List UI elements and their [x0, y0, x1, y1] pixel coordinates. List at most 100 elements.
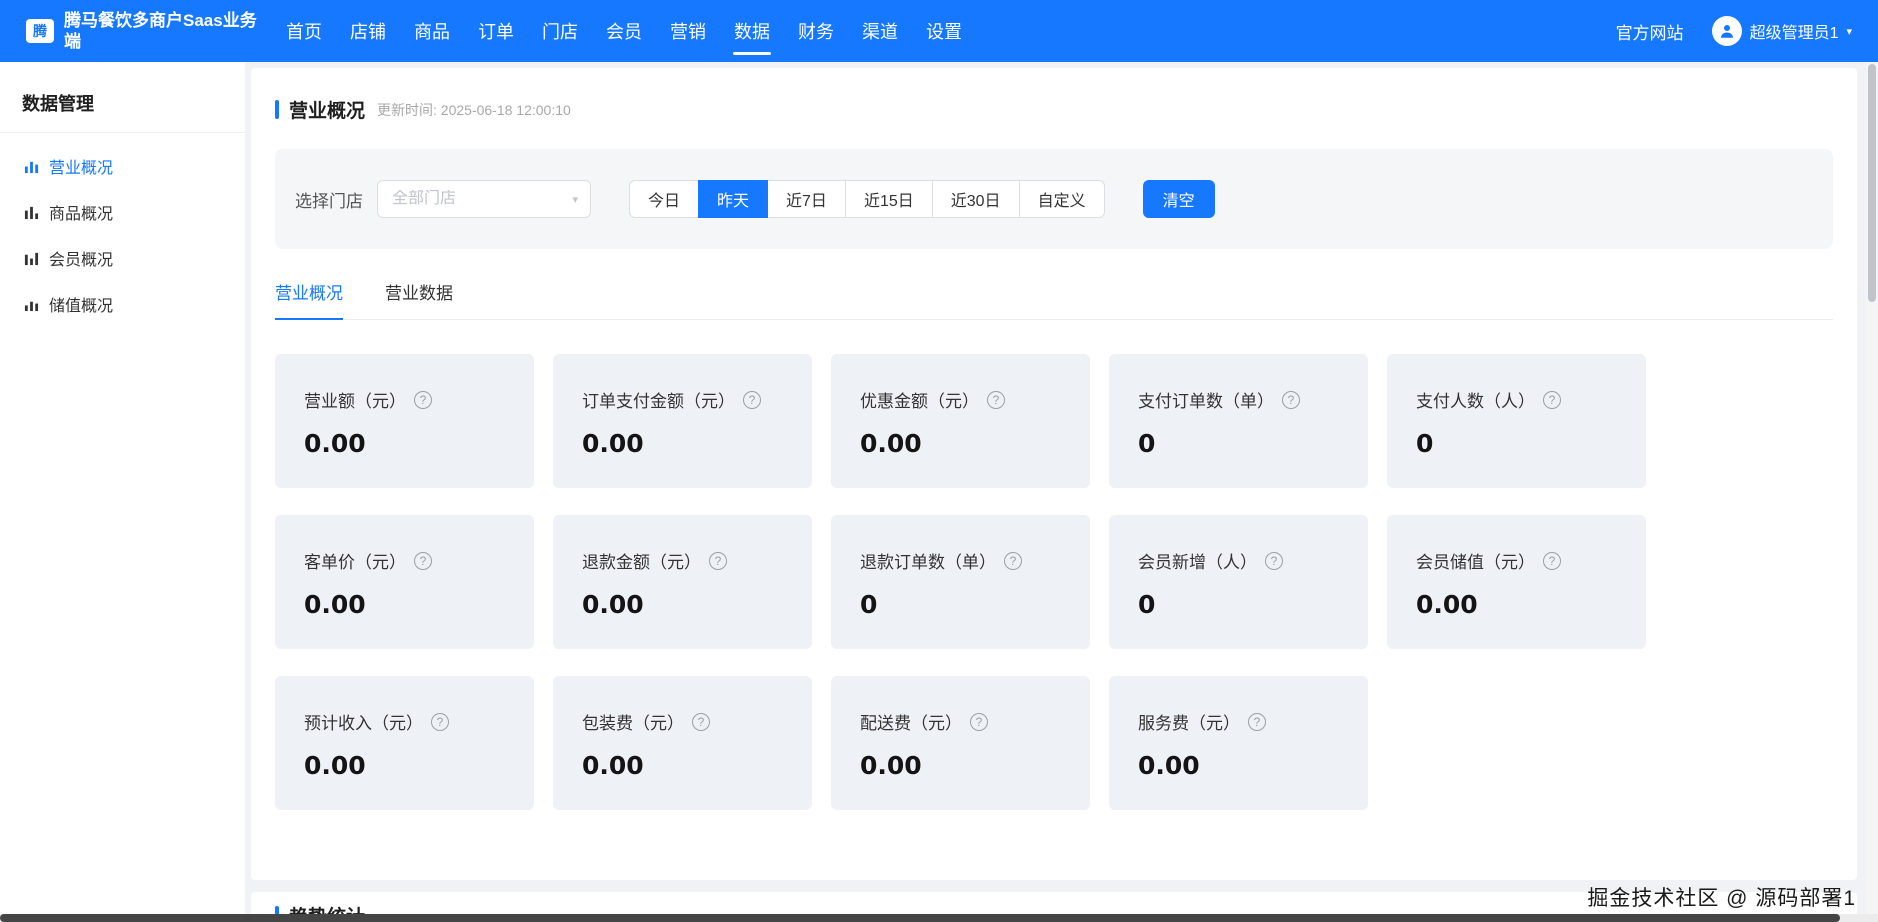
stat-value: 0.00 [1416, 590, 1478, 619]
help-icon[interactable]: ? [1248, 712, 1266, 731]
stat-value: 0.00 [860, 751, 922, 780]
nav-item-home[interactable]: 首页 [286, 0, 322, 62]
stat-card-avg-order-value: 客单价（元）? 0.00 [275, 515, 534, 649]
date-btn-last-30-days[interactable]: 近30日 [931, 180, 1020, 218]
help-icon[interactable]: ? [743, 390, 761, 409]
stat-value: 0.00 [582, 751, 644, 780]
brand-title: 腾马餐饮多商户Saas业务端 [64, 11, 257, 51]
bar-chart-icon [24, 297, 39, 312]
stat-label: 包装费（元） [582, 714, 684, 733]
stat-label: 服务费（元） [1138, 714, 1240, 733]
stat-card-paid-orders: 支付订单数（单）? 0 [1109, 354, 1368, 488]
help-icon[interactable]: ? [692, 712, 710, 731]
stat-card-refund-amount: 退款金额（元）? 0.00 [553, 515, 812, 649]
stat-card-delivery-fee: 配送费（元）? 0.00 [831, 676, 1090, 810]
sidebar-title: 数据管理 [0, 62, 245, 133]
help-icon[interactable]: ? [1265, 551, 1283, 570]
clear-button[interactable]: 清空 [1142, 180, 1215, 218]
stat-label: 客单价（元） [304, 553, 406, 572]
stat-label: 配送费（元） [860, 714, 962, 733]
stat-card-paying-users: 支付人数（人）? 0 [1387, 354, 1646, 488]
user-menu[interactable]: 超级管理员1 ▾ [1711, 16, 1852, 46]
nav-item-finance[interactable]: 财务 [798, 0, 834, 62]
overview-tabs: 营业概况 营业数据 [275, 279, 1833, 320]
vertical-scrollbar[interactable] [1866, 62, 1878, 914]
sidebar-list: 营业概况 商品概况 会员概况 储值概况 [0, 133, 245, 327]
update-time-label: 更新时间: [377, 101, 437, 118]
help-icon[interactable]: ? [709, 551, 727, 570]
tab-business-overview[interactable]: 营业概况 [275, 279, 343, 320]
stat-value: 0 [1416, 429, 1434, 458]
stat-label: 营业额（元） [304, 392, 406, 411]
date-range-group: 今日 昨天 近7日 近15日 近30日 自定义 [629, 180, 1105, 218]
date-btn-yesterday[interactable]: 昨天 [698, 180, 769, 218]
bar-chart-icon [24, 251, 39, 266]
nav-item-shop[interactable]: 店铺 [350, 0, 386, 62]
help-icon[interactable]: ? [987, 390, 1005, 409]
nav-item-data[interactable]: 数据 [734, 0, 770, 62]
stat-card-packaging-fee: 包装费（元）? 0.00 [553, 676, 812, 810]
help-icon[interactable]: ? [414, 551, 432, 570]
stat-value: 0.00 [582, 429, 644, 458]
sidebar-item-stored-value-overview[interactable]: 储值概况 [0, 281, 245, 327]
help-icon[interactable]: ? [414, 390, 432, 409]
store-select-input[interactable] [392, 190, 560, 208]
horizontal-scrollbar[interactable] [0, 914, 1878, 922]
brand[interactable]: 腾 腾马餐饮多商户Saas业务端 [26, 10, 264, 52]
help-icon[interactable]: ? [1543, 551, 1561, 570]
stat-label: 退款订单数（单） [860, 553, 996, 572]
sidebar-item-business-overview[interactable]: 营业概况 [0, 143, 245, 189]
sidebar-item-label: 会员概况 [49, 252, 114, 269]
tab-business-data[interactable]: 营业数据 [385, 279, 453, 319]
section-accent-bar [275, 100, 279, 119]
layout: 数据管理 营业概况 商品概况 会员概况 储值概况 营业概况 更新时间: 2025… [0, 62, 1878, 922]
stat-card-member-stored-value: 会员储值（元）? 0.00 [1387, 515, 1646, 649]
nav-item-order[interactable]: 订单 [478, 0, 514, 62]
stat-label: 支付人数（人） [1416, 392, 1535, 411]
sidebar: 数据管理 营业概况 商品概况 会员概况 储值概况 [0, 62, 245, 922]
business-overview-card: 营业概况 更新时间: 2025-06-18 12:00:10 选择门店 ▾ 今日… [251, 68, 1857, 880]
user-avatar-icon [1711, 16, 1742, 46]
stat-label: 支付订单数（单） [1138, 392, 1274, 411]
date-btn-today[interactable]: 今日 [629, 180, 700, 218]
stat-card-expected-income: 预计收入（元）? 0.00 [275, 676, 534, 810]
bar-chart-icon [24, 205, 39, 220]
help-icon[interactable]: ? [1543, 390, 1561, 409]
filter-bar: 选择门店 ▾ 今日 昨天 近7日 近15日 近30日 自定义 清空 [275, 149, 1833, 249]
stat-card-new-members: 会员新增（人）? 0 [1109, 515, 1368, 649]
official-site-link[interactable]: 官方网站 [1616, 19, 1684, 44]
nav-item-store[interactable]: 门店 [542, 0, 578, 62]
watermark-text: 掘金技术社区 @ 源码部署1 [1587, 887, 1856, 910]
chevron-down-icon: ▾ [572, 193, 578, 206]
stat-card-discount-amount: 优惠金额（元）? 0.00 [831, 354, 1090, 488]
help-icon[interactable]: ? [1004, 551, 1022, 570]
stat-card-order-paid-amount: 订单支付金额（元）? 0.00 [553, 354, 812, 488]
stat-label: 会员新增（人） [1138, 553, 1257, 572]
stat-label: 退款金额（元） [582, 553, 701, 572]
stat-value: 0.00 [860, 429, 922, 458]
stat-card-revenue: 营业额（元）? 0.00 [275, 354, 534, 488]
update-time: 更新时间: 2025-06-18 12:00:10 [377, 100, 571, 120]
stat-value: 0 [1138, 429, 1156, 458]
store-select[interactable]: ▾ [377, 180, 591, 218]
horizontal-scrollbar-thumb[interactable] [0, 914, 1840, 922]
nav-item-product[interactable]: 商品 [414, 0, 450, 62]
nav-item-settings[interactable]: 设置 [926, 0, 962, 62]
nav-item-member[interactable]: 会员 [606, 0, 642, 62]
stat-value: 0.00 [582, 590, 644, 619]
nav-item-marketing[interactable]: 营销 [670, 0, 706, 62]
stat-value: 0.00 [304, 590, 366, 619]
sidebar-item-product-overview[interactable]: 商品概况 [0, 189, 245, 235]
sidebar-item-label: 营业概况 [49, 160, 114, 177]
help-icon[interactable]: ? [970, 712, 988, 731]
topbar-right: 官方网站 超级管理员1 ▾ [1616, 16, 1852, 46]
vertical-scrollbar-thumb[interactable] [1868, 64, 1876, 302]
stat-value: 0.00 [304, 429, 366, 458]
nav-item-channel[interactable]: 渠道 [862, 0, 898, 62]
help-icon[interactable]: ? [431, 712, 449, 731]
date-btn-custom[interactable]: 自定义 [1018, 180, 1105, 218]
sidebar-item-member-overview[interactable]: 会员概况 [0, 235, 245, 281]
date-btn-last-7-days[interactable]: 近7日 [767, 180, 846, 218]
help-icon[interactable]: ? [1282, 390, 1300, 409]
date-btn-last-15-days[interactable]: 近15日 [844, 180, 933, 218]
